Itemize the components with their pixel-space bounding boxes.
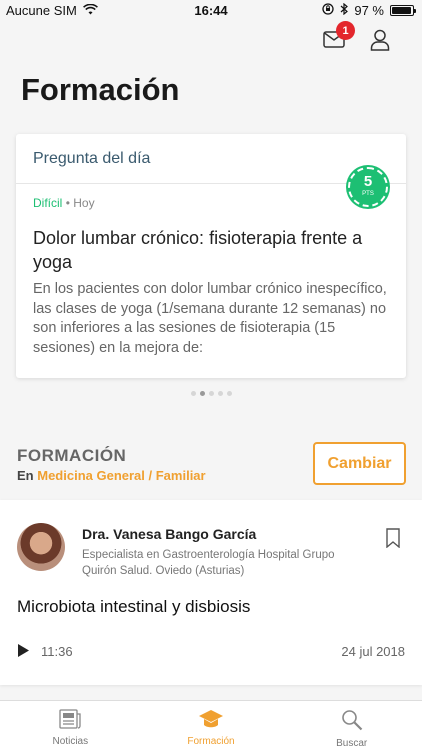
tab-label: Buscar xyxy=(336,738,368,749)
battery-percent: 97 % xyxy=(354,3,384,18)
author-name: Dra. Vanesa Bango García xyxy=(82,526,257,542)
messages-badge: 1 xyxy=(336,21,355,40)
profile-button[interactable] xyxy=(368,29,392,56)
battery-icon xyxy=(390,5,416,16)
status-bar: Aucune SIM 16:44 97 % xyxy=(0,0,422,22)
specialty-prefix: En xyxy=(17,468,34,483)
specialty-name: Medicina General / Familiar xyxy=(37,468,206,483)
play-icon xyxy=(17,644,30,662)
course-date: 24 jul 2018 xyxy=(341,644,405,659)
page-title: Formación xyxy=(21,72,180,107)
search-icon xyxy=(341,709,363,734)
pagination-dot[interactable] xyxy=(226,391,232,396)
author-description: Especialista en Gastroenterología Hospit… xyxy=(82,549,335,577)
points-unit: PTS xyxy=(362,191,374,197)
question-card-heading: Pregunta del día xyxy=(16,134,406,184)
pagination-dot[interactable] xyxy=(217,391,223,396)
carousel-pagination xyxy=(0,391,422,396)
question-text: En los pacientes con dolor lumbar crónic… xyxy=(33,281,387,356)
bookmark-icon xyxy=(386,528,400,552)
course-title: Microbiota intestinal y disbiosis xyxy=(17,597,251,616)
tab-formacion[interactable]: Formación xyxy=(141,701,282,750)
meta-separator: • xyxy=(65,196,70,210)
tab-noticias[interactable]: Noticias xyxy=(0,701,141,750)
play-button[interactable] xyxy=(17,643,30,663)
change-specialty-button[interactable]: Cambiar xyxy=(313,442,406,485)
tab-label: Formación xyxy=(187,736,235,747)
pagination-dot[interactable] xyxy=(199,391,205,396)
course-duration: 11:36 xyxy=(41,644,73,659)
question-meta: Difícil • Hoy xyxy=(33,196,95,210)
question-card[interactable]: Pregunta del día 5 PTS Difícil • Hoy Dol… xyxy=(16,134,406,378)
points-value: 5 xyxy=(363,173,373,190)
newspaper-icon xyxy=(59,709,81,732)
messages-button[interactable]: 1 xyxy=(322,21,355,54)
course-card[interactable]: Dra. Vanesa Bango García Especialista en… xyxy=(0,500,422,685)
graduation-cap-icon xyxy=(198,709,224,732)
tab-buscar[interactable]: Buscar xyxy=(281,701,422,750)
rotation-lock-icon xyxy=(322,3,335,18)
pagination-dot[interactable] xyxy=(190,391,196,396)
header-actions: 1 xyxy=(322,21,392,56)
tab-bar: Noticias Formación Buscar xyxy=(0,700,422,750)
user-icon xyxy=(370,29,390,56)
bookmark-button[interactable] xyxy=(386,528,400,553)
tab-label: Noticias xyxy=(52,736,89,747)
question-title: Dolor lumbar crónico: fisioterapia frent… xyxy=(33,228,363,272)
author-avatar xyxy=(17,523,65,571)
difficulty-label: Difícil xyxy=(33,196,63,210)
bluetooth-icon xyxy=(340,2,349,18)
section-title: FORMACIÓN xyxy=(17,446,127,465)
pagination-dot[interactable] xyxy=(208,391,214,396)
question-date: Hoy xyxy=(73,196,95,210)
specialty-line: En Medicina General / Familiar xyxy=(17,468,206,483)
points-badge: 5 PTS xyxy=(348,167,388,207)
